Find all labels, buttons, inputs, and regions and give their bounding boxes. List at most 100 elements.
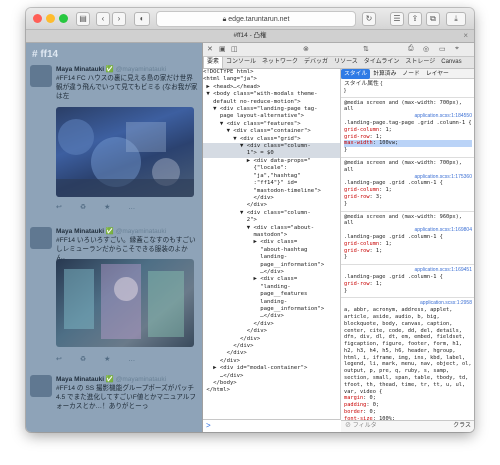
dock-icon[interactable]: ▣ [219,45,226,53]
shield-icon[interactable]: ◐ [134,12,150,26]
tab-resources[interactable]: リソース [331,57,361,68]
css-declaration[interactable]: grid-column: 1; [344,127,472,134]
css-declaration[interactable]: grid-row: 3; [344,194,472,201]
dom-node-line[interactable]: ▼ <body class="with-modals theme- [203,91,340,98]
reply-icon[interactable]: ↩ [56,204,62,211]
favorite-icon[interactable]: ★ [104,356,110,363]
rule-source-link[interactable]: application.scss:1:175360 [414,174,472,181]
dom-node-line[interactable]: page layout-alternative"> [203,113,340,120]
dom-node-line[interactable]: mastodon"> [203,232,340,239]
css-declaration[interactable]: grid-column: 1; [344,187,472,194]
dom-node-line[interactable]: landing- [203,254,340,261]
dom-node-line[interactable]: ▼ <div class="features"> [203,121,340,128]
more-icon[interactable]: … [128,204,135,211]
dom-node-line[interactable]: …</div> [203,313,340,320]
minimize-window-button[interactable] [46,14,55,23]
dom-node-line[interactable]: </div> [203,202,340,209]
tweet-image[interactable] [56,107,194,197]
css-declaration[interactable]: border: 0; [344,409,472,416]
dom-node-line[interactable]: …</div> [203,269,340,276]
css-rule[interactable]: application.scss:1:2958 a, abbr, acronym… [341,298,474,432]
dom-node-line[interactable]: "about-hashtag [203,247,340,254]
tweet-card[interactable]: Maya Minatauki ✅ @mayaminatauki #FF14 の … [26,375,202,432]
dom-node-line[interactable]: </html> [203,387,340,394]
target-icon[interactable]: ◎ [423,45,429,53]
css-declaration[interactable]: grid-row: 1; [344,248,472,255]
reload-icon[interactable]: ↻ [362,12,376,26]
css-declaration[interactable]: grid-row: 1; [344,281,472,288]
tab-layers[interactable]: レイヤー [423,69,452,79]
dom-node-line[interactable]: </div> [203,321,340,328]
dom-node-line[interactable]: page__information"> [203,262,340,269]
dom-node-line[interactable]: ▶ <div data-props=" [203,158,340,165]
dom-node-line[interactable]: </div> [203,328,340,335]
network-icon[interactable]: ⇅ [363,45,369,53]
tweet-image[interactable] [56,259,194,347]
dom-node-line[interactable]: 2"> [203,217,340,224]
rule-source-link[interactable]: application.scss:1:2958 [420,300,472,307]
dom-node-line[interactable]: ▶ <div id="modal-container"> [203,365,340,372]
downloads-icon[interactable]: ⤓ [446,12,466,26]
dom-node-line[interactable]: ▶ <head>…</head> [203,84,340,91]
rule-source-link[interactable]: application.scss:1:169804 [414,227,472,234]
tab-timeline[interactable]: タイムライン [361,57,403,68]
tweet-card[interactable]: Maya Minatauki ✅ @mayaminatauki #FF14 いろ… [26,227,202,377]
css-declaration[interactable]: padding: 0; [344,402,472,409]
dom-node-line[interactable]: </div> [203,358,340,365]
share-icon[interactable]: ⇪ [408,12,422,26]
reply-icon[interactable]: ↩ [56,356,62,363]
dom-node-line[interactable]: "landing- [203,284,340,291]
rule-source-link[interactable]: application.scss:1:184550 [414,113,472,120]
tweet-author[interactable]: Maya Minatauki ✅ @mayaminatauki [56,227,166,235]
tab-node[interactable]: ノード [399,69,422,79]
dom-node-line[interactable]: </div> [203,336,340,343]
css-declaration[interactable]: grid-column: 1; [344,241,472,248]
forward-icon[interactable]: › [112,12,126,26]
dom-node-line[interactable]: default no-reduce-motion"> [203,99,340,106]
dom-node-line[interactable]: <html lang="ja"> [203,76,340,83]
zoom-window-button[interactable] [59,14,68,23]
inspect-icon[interactable]: ⌖ [455,45,459,53]
dom-node-line[interactable]: ▼ <div class="container"> [203,128,340,135]
dom-tree[interactable]: <!DOCTYPE html> <html lang="ja"> ▶ <head>… [203,69,341,419]
dom-node-line[interactable]: ▼ <div class="column- [203,210,340,217]
dom-node-line[interactable]: ▼ <div class="column- [203,143,340,151]
tab-close-icon[interactable]: × [463,30,468,42]
dom-node-line[interactable]: page__information"> [203,306,340,313]
undock-icon[interactable]: ◫ [231,45,238,53]
css-declaration[interactable]: margin: 0; [344,395,472,402]
tweet-author[interactable]: Maya Minatauki ✅ @mayaminatauki [56,375,166,383]
dom-node-line[interactable]: ▶ <div class= [203,276,340,283]
dom-node-line[interactable]: ▼ <div class="landing-page tag- [203,106,340,113]
print-icon[interactable]: ⎙ [408,45,414,53]
dom-node-line[interactable]: {"locale": [203,165,340,172]
dom-node-line[interactable]: landing- [203,299,340,306]
tab-canvas[interactable]: Canvas [438,57,464,68]
rule-source-link[interactable]: application.scss:1:169451 [414,267,472,274]
tweet-card[interactable]: Maya Minatauki ✅ @mayaminatauki #FF14 FC… [26,65,202,215]
boost-icon[interactable]: ♻ [80,356,86,363]
dom-node-line[interactable]: </div> [203,343,340,350]
sidebar-toggle-icon[interactable]: ▤ [76,12,90,26]
dom-node-line[interactable]: "mastodon-timeline"> [203,188,340,195]
classes-toggle[interactable]: クラス [453,421,471,432]
tab-network[interactable]: ネットワーク [259,57,301,68]
styles-filter[interactable]: ⊘ フィルタ クラス [341,420,474,432]
boost-icon[interactable]: ♻ [80,204,86,211]
dom-node-line[interactable]: ▼ <div class="about- [203,225,340,232]
tweet-author[interactable]: Maya Minatauki ✅ @mayaminatauki [56,65,166,73]
tab-debugger[interactable]: デバッガ [301,57,331,68]
back-icon[interactable]: ‹ [96,12,110,26]
url-bar[interactable]: 🔒︎ edge.taruntarun.net [156,11,356,27]
css-rule[interactable]: application.scss:1:169451 .landing-page .… [341,265,474,299]
dom-node-line[interactable]: page__features [203,291,340,298]
dom-node-line[interactable]: …</div> [203,373,340,380]
reader-icon[interactable]: ☰ [390,12,404,26]
dom-node-line[interactable]: ▶ <div class= [203,239,340,246]
tab-computed[interactable]: 計算済み [370,69,399,79]
more-icon[interactable]: … [128,356,135,363]
css-rule[interactable]: @media screen and (max-width: 960px), al… [341,212,474,266]
dom-node-line[interactable]: </div> [203,195,340,202]
dom-node-line[interactable]: :"ff14"}" id= [203,180,340,187]
dom-node-line[interactable]: </div> [203,350,340,357]
